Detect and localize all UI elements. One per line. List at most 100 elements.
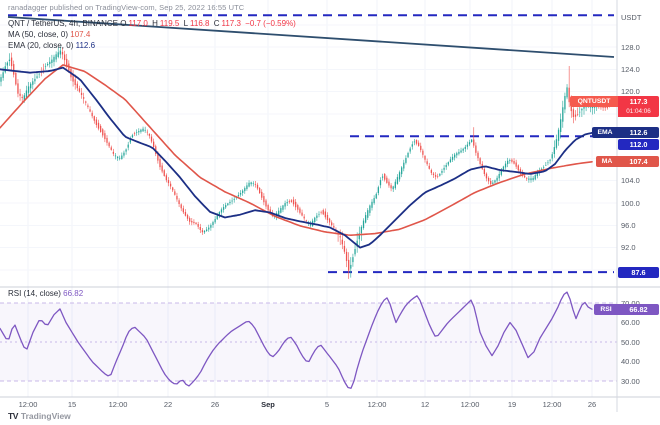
candle-body [456,153,457,155]
candle-body [60,51,61,55]
rsi-tick-label: 60.00 [621,318,657,327]
time-tick-label: 22 [151,400,185,409]
candle-body [318,214,319,215]
candle-body [198,224,199,227]
candle-body [486,174,487,179]
ema-tag: EMA [592,127,618,138]
candle-body [257,185,258,189]
candle-body [295,202,296,207]
candle-body [446,165,447,167]
candle-body [193,222,194,223]
candle-body [299,209,300,213]
chart-legend[interactable]: QNT / TetherUS, 4h, BINANCE O117.0 H119.… [8,18,298,51]
candle-body [566,87,567,97]
candle-body [19,94,20,96]
candle-body [458,152,459,154]
candle-body [492,183,493,184]
ma-price-badge[interactable]: MA 107.4 [596,156,659,167]
candle-body [64,55,65,61]
candle-body [214,219,215,222]
candle-body [34,79,35,81]
candle-body [494,180,495,182]
bar-countdown: 01:04:06 [618,107,659,117]
level-87-6-badge[interactable]: 87.6 [618,267,659,278]
candle-body [507,161,508,164]
candle-body [204,231,205,233]
candle-body [499,174,500,178]
candle-body [87,106,88,108]
candle-body [437,176,438,177]
candle-body [248,183,249,187]
candle-body [435,175,436,177]
candle-body [505,164,506,168]
change-value: −0.7 (−0.59%) [245,19,296,28]
symbol-legend-row[interactable]: QNT / TetherUS, 4h, BINANCE O117.0 H119.… [8,18,298,29]
candle-body [119,158,120,159]
candle-body [467,145,468,147]
candle-body [393,186,394,189]
candle-body [62,52,63,55]
candle-body [560,119,561,132]
candle-body [96,120,97,126]
candle-body [242,191,243,193]
tradingview-logo[interactable]: TV TradingView [8,411,71,421]
time-tick-label: 12:00 [453,400,487,409]
time-tick-label: 12:00 [11,400,45,409]
candle-body [15,73,16,85]
candle-body [306,220,307,221]
candle-body [225,205,226,207]
rsi-value-badge[interactable]: RSI 66.82 [594,304,659,315]
time-tick-label: 12 [408,400,442,409]
ema-legend-row[interactable]: EMA (20, close, 0) 112.6 [8,40,298,51]
candle-body [206,230,207,232]
candle-body [291,200,292,202]
candle-body [329,219,330,223]
candle-body [104,133,105,139]
tradingview-chart-window: ranadagger published on TradingView-com,… [0,0,660,425]
candle-body [333,226,334,228]
candle-body [496,178,497,181]
candle-body [164,170,165,176]
candle-body [92,113,93,116]
candle-body [111,147,112,150]
price-tick-label: 128.0 [621,43,657,52]
price-tick-label: 100.0 [621,199,657,208]
price-tick-label: 124.0 [621,65,657,74]
candle-body [161,166,162,172]
time-tick-label: 12:00 [535,400,569,409]
candle-body [490,181,491,184]
candle-body [488,178,489,181]
rsi-tag: RSI [594,304,618,315]
ema-price-badge[interactable]: EMA 112.6 [592,127,659,138]
candle-body [187,215,188,219]
candle-body [556,139,557,148]
candle-body [562,107,563,121]
candle-body [251,182,252,184]
candle-body [452,157,453,160]
candle-body [386,178,387,183]
published-header: ranadagger published on TradingView-com,… [8,3,244,12]
candle-body [66,59,67,66]
candle-body [168,180,169,183]
candle-body [297,205,298,210]
candle-body [314,218,315,222]
candle-body [75,79,76,85]
price-chart-canvas[interactable] [0,0,660,425]
last-price-value: 117.3 01:04:06 [618,96,659,117]
candle-body [369,206,370,213]
candle-body [352,257,353,262]
candle-body [246,185,247,189]
candle-body [316,216,317,218]
candle-body [153,142,154,147]
rsi-tick-label: 40.00 [621,357,657,366]
candle-body [443,168,444,170]
symbol-title[interactable]: QNT / TetherUS, 4h, BINANCE [8,19,118,28]
ma-legend-row[interactable]: MA (50, close, 0) 107.4 [8,29,298,40]
candle-body [2,72,3,78]
last-price-badge[interactable]: QNTUSDT 117.3 01:04:06 [570,96,659,117]
candle-body [471,140,472,142]
candle-body [51,60,52,63]
level-112-badge[interactable]: 112.0 [618,139,659,150]
rsi-legend-row[interactable]: RSI (14, close) 66.82 [8,289,83,298]
candle-body [526,178,527,179]
